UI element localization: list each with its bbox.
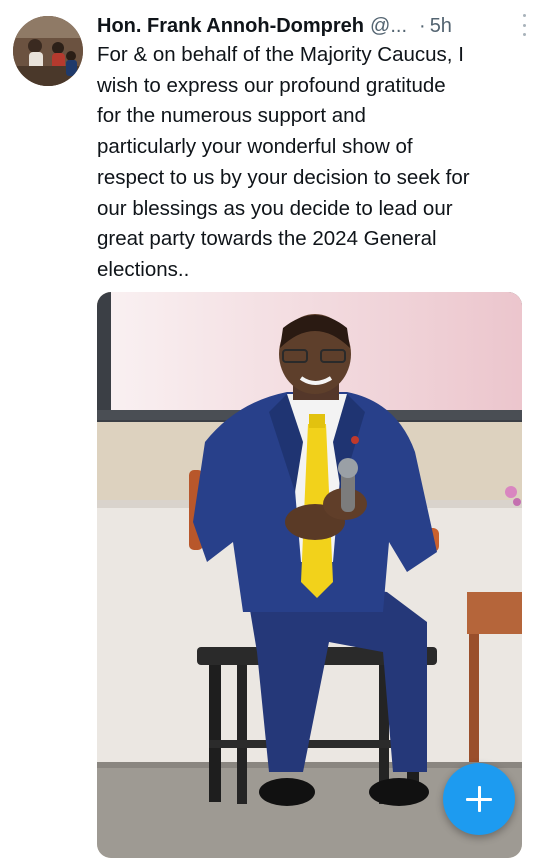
tweet-timestamp[interactable]: 5h	[430, 15, 452, 38]
tweet[interactable]: Hon. Frank Annoh-Dompreh @... · 5h For &…	[0, 0, 537, 863]
separator-dot: ·	[419, 14, 426, 37]
tweet-text: For & on behalf of the Majority Caucus, …	[97, 43, 470, 281]
tweet-header: Hon. Frank Annoh-Dompreh @... · 5h	[97, 12, 523, 40]
compose-tweet-button[interactable]	[443, 763, 515, 835]
plus-icon	[466, 786, 492, 812]
more-vertical-icon[interactable]	[517, 14, 531, 36]
author-name[interactable]: Hon. Frank Annoh-Dompreh	[97, 15, 364, 38]
author-handle[interactable]: @...	[370, 15, 407, 38]
author-avatar[interactable]	[13, 16, 83, 86]
